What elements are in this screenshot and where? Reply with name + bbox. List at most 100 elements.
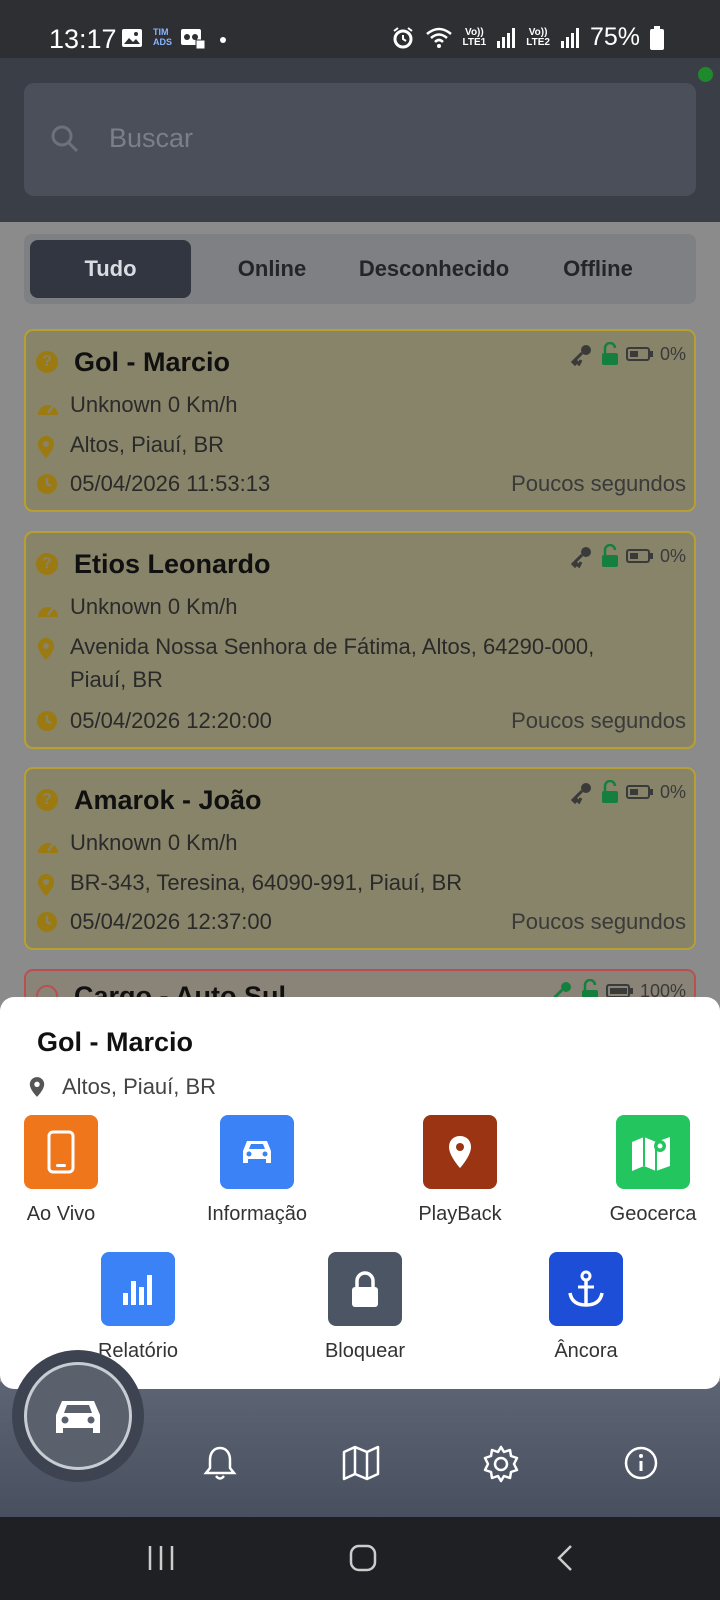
clock-icon	[37, 474, 57, 494]
action-label: Bloquear	[324, 1340, 406, 1362]
unknown-status-icon: ?	[36, 789, 58, 811]
tab-offline[interactable]: Offline	[548, 240, 648, 298]
vehicle-card[interactable]: ? Etios Leonardo 0% Unknown 0 Km/h Aveni…	[24, 531, 696, 749]
search-placeholder: Buscar	[109, 123, 194, 153]
ignition-key-icon	[570, 783, 591, 804]
action-icon-box	[549, 1252, 623, 1326]
vehicle-card[interactable]: ? Amarok - João 0% Unknown 0 Km/h BR-343…	[24, 767, 696, 950]
vehicle-status-icons: 0%	[570, 544, 686, 568]
battery-level: 0%	[659, 781, 686, 802]
vehicle-datetime: 05/04/2026 11:53:13	[70, 471, 271, 496]
location-pin-icon	[449, 1136, 471, 1168]
gallery-icon	[122, 29, 142, 47]
live-button[interactable]: Ao Vivo	[0, 1115, 126, 1226]
clock-icon	[37, 912, 57, 932]
unknown-status-icon: ?	[36, 351, 58, 373]
lte2-label: Vo)) LTE2	[526, 26, 550, 48]
action-icon-box	[220, 1115, 294, 1189]
vehicle-name: Amarok - João	[74, 785, 262, 815]
home-icon[interactable]	[348, 1543, 378, 1573]
action-icon-box	[616, 1115, 690, 1189]
action-label: PlayBack	[418, 1203, 502, 1225]
speedometer-icon	[38, 405, 58, 415]
signal-icon	[560, 27, 579, 48]
vehicle-address-line2: Piauí, BR	[70, 667, 163, 692]
vehicle-speed: Unknown 0 Km/h	[70, 594, 238, 619]
vehicle-speed: Unknown 0 Km/h	[70, 392, 238, 417]
vehicle-datetime: 05/04/2026 12:37:00	[70, 909, 272, 934]
battery-level: 0%	[659, 545, 686, 566]
vehicle-address: Altos, Piauí, BR	[70, 432, 225, 457]
filter-tabs: Tudo Online Desconhecido Offline	[24, 234, 696, 304]
vehicle-speed: Unknown 0 Km/h	[70, 830, 238, 855]
report-button[interactable]: Relatório	[73, 1252, 203, 1363]
speedometer-icon	[38, 607, 58, 617]
playback-button[interactable]: PlayBack	[395, 1115, 525, 1226]
unlock-icon	[601, 342, 618, 365]
back-icon[interactable]	[553, 1543, 577, 1573]
voicemail-icon	[181, 29, 206, 50]
action-icon-box	[101, 1252, 175, 1326]
vehicle-status-icons: 0%	[570, 780, 686, 804]
vehicle-datetime: 05/04/2026 12:20:00	[70, 708, 272, 733]
vehicle-last-update: Poucos segundos	[511, 909, 686, 934]
signal-icon	[497, 27, 516, 48]
map-icon[interactable]	[342, 1445, 380, 1481]
status-bar: 13:17 TIM ADS Vo)) LTE1 Vo)) LTE2 75%	[0, 0, 720, 58]
vehicle-address: BR-343, Teresina, 64090-991, Piauí, BR	[70, 870, 463, 895]
ignition-key-icon	[570, 345, 591, 366]
search-icon	[51, 125, 79, 153]
bar-chart-icon	[123, 1275, 152, 1305]
block-button[interactable]: Bloquear	[300, 1252, 430, 1363]
vehicle-last-update: Poucos segundos	[511, 471, 686, 496]
status-right: Vo)) LTE1 Vo)) LTE2 75%	[391, 23, 664, 52]
vehicle-name: Etios Leonardo	[74, 549, 271, 579]
car-icon	[243, 1141, 271, 1163]
lock-icon	[352, 1271, 378, 1307]
action-label: Geocerca	[609, 1203, 697, 1225]
battery-icon	[625, 347, 653, 361]
info-icon[interactable]	[623, 1445, 659, 1481]
action-icon-box	[328, 1252, 402, 1326]
battery-icon	[650, 25, 664, 50]
unlock-icon	[601, 780, 618, 803]
location-pin-icon	[38, 436, 54, 458]
sheet-vehicle-name: Gol - Marcio	[37, 1027, 194, 1057]
map-icon	[632, 1137, 670, 1171]
alarm-icon	[392, 26, 413, 48]
clock: 13:17	[49, 24, 117, 54]
vehicle-address: Avenida Nossa Senhora de Fátima, Altos, …	[70, 634, 595, 659]
tab-online[interactable]: Online	[222, 240, 322, 298]
battery-percent: 75%	[589, 23, 640, 51]
sheet-vehicle-address: Altos, Piauí, BR	[62, 1074, 217, 1099]
action-icon-box	[24, 1115, 98, 1189]
tab-all[interactable]: Tudo	[30, 240, 191, 298]
recent-apps-icon[interactable]	[146, 1543, 176, 1573]
battery-icon	[625, 785, 653, 799]
online-indicator	[698, 67, 713, 82]
anchor-button[interactable]: Âncora	[521, 1252, 651, 1363]
tab-unknown[interactable]: Desconhecido	[354, 240, 514, 298]
lte1-label: Vo)) LTE1	[462, 26, 487, 48]
action-label: Ao Vivo	[26, 1203, 96, 1225]
geofence-button[interactable]: Geocerca	[588, 1115, 718, 1226]
action-icon-box	[423, 1115, 497, 1189]
vehicle-card[interactable]: ? Gol - Marcio 0% Unknown 0 Km/h Altos, …	[24, 329, 696, 512]
vehicle-status-icons: 0%	[570, 342, 686, 366]
unknown-status-icon: ?	[36, 553, 58, 575]
system-navigation-bar	[0, 1517, 720, 1600]
car-icon	[56, 1401, 100, 1433]
carrier-badge: TIM ADS	[153, 27, 173, 47]
info-button[interactable]: Informação	[192, 1115, 322, 1226]
battery-icon	[625, 549, 653, 563]
action-label: Informação	[206, 1203, 308, 1225]
search-input[interactable]: Buscar	[24, 83, 696, 196]
vehicle-last-update: Poucos segundos	[511, 708, 686, 733]
battery-level: 0%	[659, 343, 686, 364]
phone-icon	[47, 1130, 75, 1174]
vehicles-fab-button[interactable]	[24, 1362, 132, 1470]
gear-icon[interactable]	[482, 1445, 520, 1483]
app-root: 13:17 TIM ADS Vo)) LTE1 Vo)) LTE2 75% Bu…	[0, 0, 720, 1600]
bell-icon[interactable]	[203, 1445, 237, 1481]
notification-dot-icon	[220, 37, 226, 43]
